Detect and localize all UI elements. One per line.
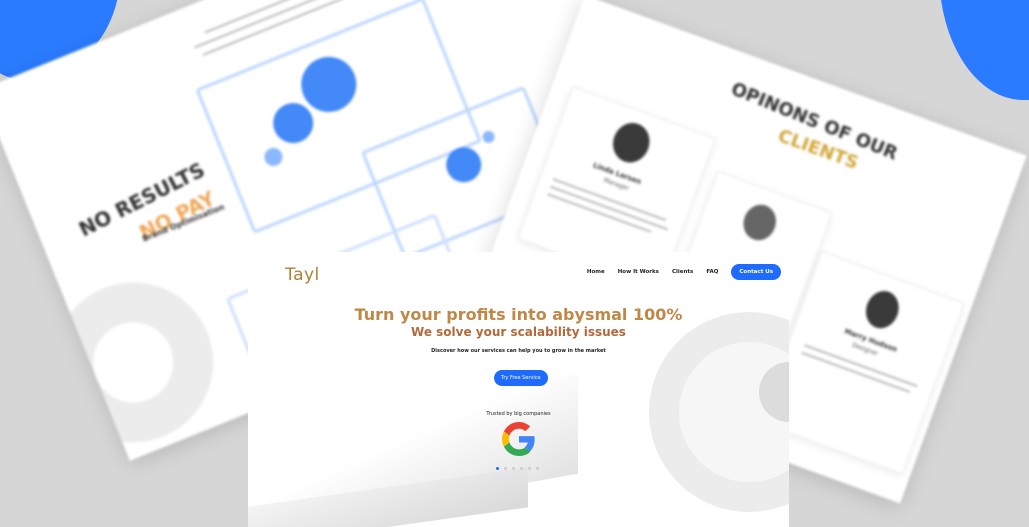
text-line	[801, 351, 911, 393]
carousel-dots	[496, 467, 539, 470]
chart-bubble	[261, 145, 286, 169]
carousel-dot[interactable]	[504, 467, 507, 470]
carousel-dot[interactable]	[536, 467, 539, 470]
avatar	[860, 286, 904, 333]
carousel-dot[interactable]	[496, 467, 499, 470]
carousel-dot[interactable]	[520, 467, 523, 470]
nav-faq[interactable]: FAQ	[706, 269, 718, 275]
trusted-label: Trusted by big companies	[486, 411, 551, 417]
hero-subtitle: We solve your scalability issues	[411, 325, 626, 339]
google-g-icon	[502, 422, 535, 456]
avatar	[607, 117, 656, 168]
contact-us-button[interactable]: Contact Us	[731, 264, 781, 280]
chart-bubble	[480, 129, 497, 145]
nav-clients[interactable]: Clients	[672, 269, 693, 275]
text-line	[547, 193, 652, 233]
carousel-dot[interactable]	[512, 467, 515, 470]
carousel-dot[interactable]	[528, 467, 531, 470]
hero-title: Turn your profits into abysmal 100%	[354, 305, 683, 324]
landing-page-screenshot: Tayl Home How It Works Clients FAQ Conta…	[248, 252, 789, 527]
nav-how-it-works[interactable]: How It Works	[618, 269, 659, 275]
decorative-blob-top-right	[939, 0, 1029, 100]
hero-description: Discover how our services can help you t…	[431, 348, 606, 354]
chart-bubble	[440, 141, 487, 188]
avatar	[738, 200, 781, 245]
decorative-circle	[29, 258, 238, 461]
main-nav: Home How It Works Clients FAQ Contact Us	[587, 264, 781, 280]
try-free-service-button[interactable]: Try Free Service	[494, 370, 548, 386]
text-line	[549, 185, 669, 231]
nav-home[interactable]: Home	[587, 269, 605, 275]
site-logo[interactable]: Tayl	[285, 265, 320, 285]
